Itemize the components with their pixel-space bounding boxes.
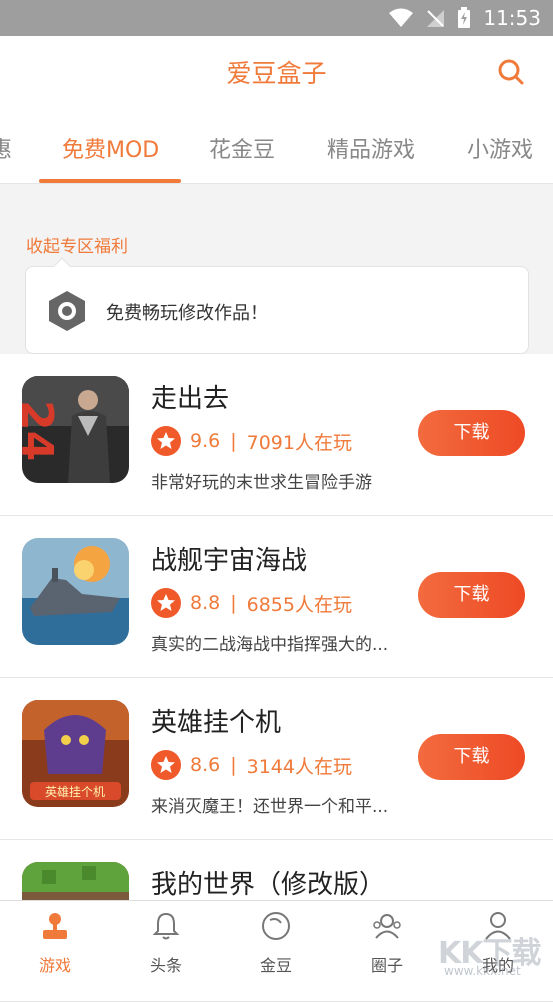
star-icon bbox=[151, 588, 181, 618]
list-item[interactable]: 英雄挂个机 英雄挂个机 8.6 | 3144人在玩 来消灭魔王！还世界一个和平.… bbox=[0, 678, 553, 840]
game-icon-hero-idle: 英雄挂个机 bbox=[22, 700, 129, 807]
nav-label: 游戏 bbox=[38, 956, 71, 975]
star-icon bbox=[151, 426, 181, 456]
promo-card: 免费畅玩修改作品！ bbox=[25, 257, 529, 354]
game-players: 6855人在玩 bbox=[246, 593, 352, 616]
nav-gold-beans[interactable]: 金豆 bbox=[236, 911, 316, 976]
promo-card-pointer bbox=[53, 257, 71, 275]
watermark-url: www.kkx.net bbox=[444, 964, 521, 978]
game-rating: 8.8 bbox=[190, 592, 221, 614]
status-bar: 11:53 bbox=[0, 0, 553, 36]
status-icons: 11:53 bbox=[389, 6, 541, 30]
nav-circle[interactable]: 圈子 bbox=[347, 911, 427, 976]
game-description: 非常好玩的末世求生冒险手游 bbox=[151, 473, 372, 493]
game-rating: 9.6 bbox=[190, 430, 221, 452]
active-tab-indicator bbox=[39, 179, 181, 183]
game-rating: 8.6 bbox=[190, 754, 221, 776]
app-title: 爱豆盒子 bbox=[226, 59, 327, 88]
divider: | bbox=[230, 430, 237, 452]
tab-mini-games[interactable]: 小游戏 bbox=[467, 132, 533, 164]
hexagon-icon bbox=[49, 291, 85, 331]
download-button[interactable]: 下载 bbox=[418, 572, 525, 618]
game-description: 真实的二战海战中指挥强大的... bbox=[151, 635, 389, 655]
divider: | bbox=[230, 592, 237, 614]
game-meta: 8.6 | 3144人在玩 bbox=[151, 750, 352, 780]
game-name: 走出去 bbox=[151, 384, 230, 414]
tab-premium-games[interactable]: 精品游戏 bbox=[327, 132, 415, 164]
watermark: KK下载 www.kkx.net bbox=[438, 928, 553, 978]
svg-text:24: 24 bbox=[22, 400, 62, 461]
nav-label: 圈子 bbox=[370, 956, 403, 975]
no-signal-icon bbox=[427, 10, 445, 27]
game-description: 来消灭魔王！还世界一个和平... bbox=[151, 797, 389, 817]
tab-gold-beans[interactable]: 花金豆 bbox=[209, 132, 275, 164]
game-name: 英雄挂个机 bbox=[151, 708, 282, 738]
group-icon bbox=[373, 914, 401, 939]
search-icon[interactable] bbox=[497, 58, 525, 86]
coin-icon bbox=[262, 912, 290, 940]
nav-label: 头条 bbox=[149, 956, 182, 975]
game-players: 7091人在玩 bbox=[246, 431, 352, 454]
bell-icon bbox=[152, 912, 180, 940]
list-item[interactable]: 24 走出去 9.6 | 7091人在玩 非常好玩的末世求生冒险手游 下载 bbox=[0, 354, 553, 516]
game-meta: 8.8 | 6855人在玩 bbox=[151, 588, 352, 618]
star-icon bbox=[151, 750, 181, 780]
nav-headlines[interactable]: 头条 bbox=[126, 911, 206, 976]
game-meta: 9.6 | 7091人在玩 bbox=[151, 426, 352, 456]
nav-games[interactable]: 游戏 bbox=[15, 911, 95, 976]
list-item[interactable]: 战舰宇宙海战 8.8 | 6855人在玩 真实的二战海战中指挥强大的... 下载 bbox=[0, 516, 553, 678]
download-button[interactable]: 下载 bbox=[418, 734, 525, 780]
battery-charging-icon bbox=[458, 7, 471, 28]
collapse-promo-link[interactable]: 收起专区福利 bbox=[26, 232, 128, 257]
divider: | bbox=[230, 754, 237, 776]
app-header: 爱豆盒子 bbox=[0, 36, 553, 112]
promo-text: 免费畅玩修改作品！ bbox=[106, 303, 268, 324]
tab-partial[interactable]: 惠 bbox=[0, 132, 12, 164]
game-name: 我的世界（修改版） bbox=[151, 870, 386, 900]
category-tabs: 惠 免费MOD 花金豆 精品游戏 小游戏 bbox=[0, 112, 553, 184]
status-time: 11:53 bbox=[483, 6, 541, 30]
tab-free-mod[interactable]: 免费MOD bbox=[62, 132, 159, 164]
game-icon-warship bbox=[22, 538, 129, 645]
wifi-icon bbox=[389, 8, 414, 27]
nav-label: 金豆 bbox=[259, 956, 292, 975]
game-players: 3144人在玩 bbox=[246, 755, 352, 778]
download-button[interactable]: 下载 bbox=[418, 410, 525, 456]
game-name: 战舰宇宙海战 bbox=[151, 546, 308, 576]
joystick-icon bbox=[43, 913, 67, 939]
game-icon-escape: 24 bbox=[22, 376, 129, 483]
svg-text:英雄挂个机: 英雄挂个机 bbox=[45, 784, 105, 799]
